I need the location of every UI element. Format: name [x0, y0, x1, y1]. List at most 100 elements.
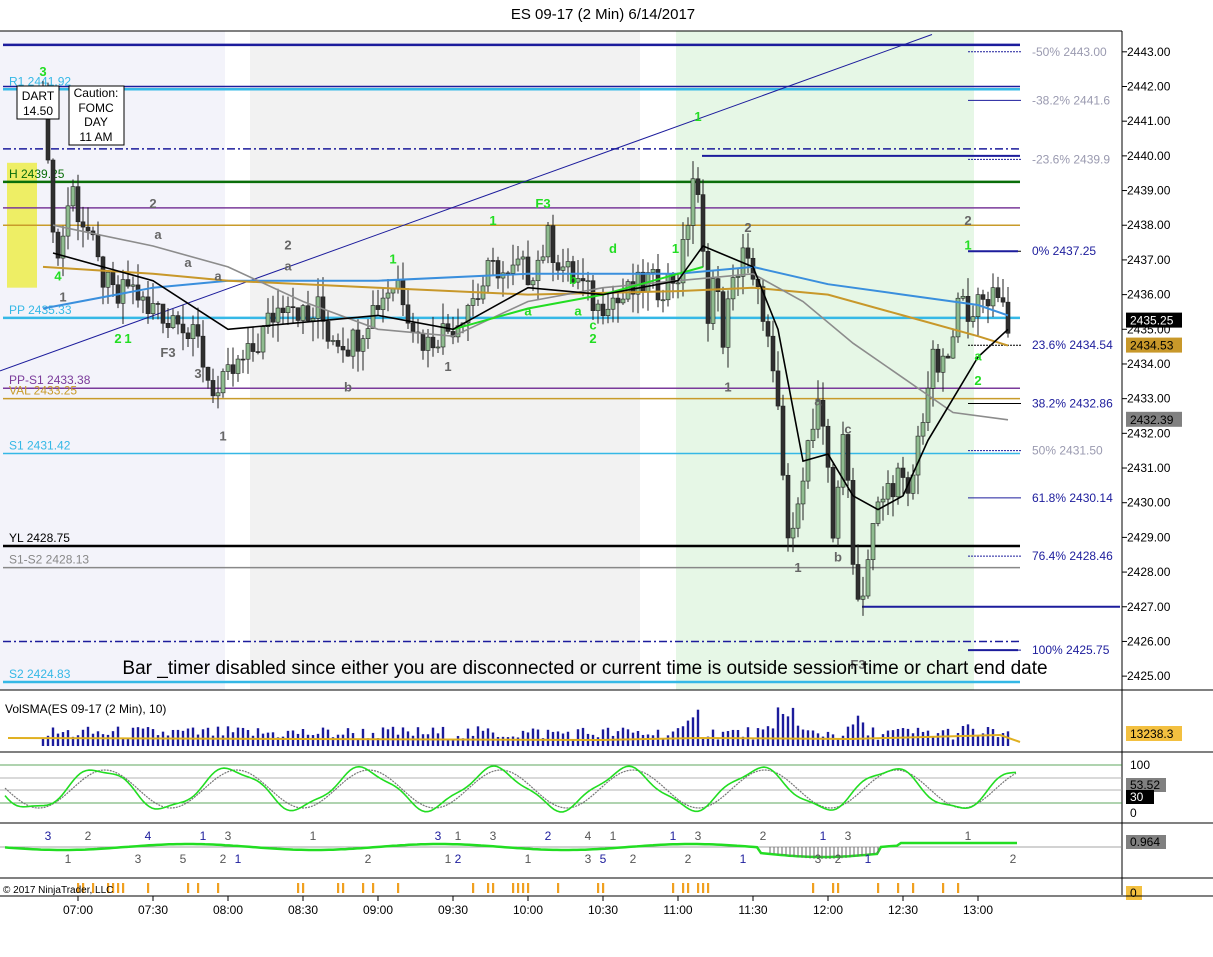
- volume-bar-120: [641, 734, 645, 746]
- candle-body-77: [425, 336, 431, 351]
- osc-label-34: 1: [965, 829, 972, 843]
- session-shade-green: [676, 31, 974, 690]
- fib-label-0: -50% 2443.00: [1032, 45, 1107, 59]
- candle-body-130: [690, 178, 696, 226]
- volume-bar-117: [626, 729, 630, 746]
- ytick-label-6: 2431.00: [1127, 461, 1171, 475]
- caution-line-3: DAY: [84, 115, 108, 129]
- volume-bar-18: [131, 727, 135, 746]
- candle-body-31: [195, 324, 201, 337]
- wave-label-30: 1: [794, 560, 801, 575]
- volume-bar-39: [236, 727, 240, 746]
- fib-hist-bar-95: [517, 883, 520, 893]
- osc-label-35: 2: [1010, 852, 1017, 866]
- candle-body-192: [1000, 297, 1006, 303]
- fib-label-7: 61.8% 2430.14: [1032, 491, 1113, 505]
- fib-hist-bar-64: [362, 883, 365, 893]
- price-panel[interactable]: R1 2441.92H 2439.25PP 2435.33PP-S1 2433.…: [0, 30, 1213, 895]
- osc-label-31: 2: [835, 852, 842, 866]
- level-label-12: S1-S2 2428.13: [9, 553, 89, 567]
- price-badge-label-0: 2435.25: [1130, 314, 1174, 328]
- candle-body-157: [825, 425, 831, 468]
- volume-bar-151: [796, 725, 800, 746]
- volume-bar-167: [876, 739, 880, 746]
- candle-body-23: [155, 303, 161, 305]
- volume-bar-145: [766, 726, 770, 746]
- wave-label-31: b: [834, 550, 842, 565]
- fib-hist-bar-133: [707, 883, 710, 893]
- candle-body-46: [270, 312, 276, 323]
- candle-body-186: [970, 316, 976, 322]
- ytick-label-0: 2425.00: [1127, 669, 1171, 683]
- ytick-label-5: 2430.00: [1127, 496, 1171, 510]
- candle-body-78: [430, 336, 436, 349]
- volume-bar-75: [416, 727, 420, 746]
- candle-body-39: [235, 358, 241, 374]
- candle-body-167: [875, 501, 881, 524]
- volume-bar-166: [871, 727, 875, 746]
- volume-bar-141: [746, 727, 750, 746]
- fib-hist-bar-154: [812, 883, 815, 893]
- osc-label-18: 2: [545, 829, 552, 843]
- volume-bar-69: [386, 729, 390, 746]
- volume-bar-31: [196, 734, 200, 746]
- candle-body-171: [895, 467, 901, 498]
- volume-bar-164: [861, 722, 865, 746]
- candle-body-103: [555, 262, 561, 271]
- volume-bar-191: [996, 737, 1000, 746]
- candle-body-61: [345, 349, 351, 357]
- osc-label-0: 3: [45, 829, 52, 843]
- wave-label-21: b: [569, 272, 577, 287]
- candle-body-113: [605, 308, 611, 316]
- wave-oscillator-panel[interactable]: 312 43 51231123 11 2312 43 5121 32 1231231120.96…: [0, 829, 1213, 879]
- xtick-label-7: 10:30: [588, 903, 618, 917]
- volume-bar-92: [501, 736, 505, 746]
- volume-bar-3: [56, 733, 60, 746]
- candle-body-122: [650, 269, 656, 273]
- ytick-label-13: 2438.00: [1127, 218, 1171, 232]
- candle-body-79: [435, 346, 441, 349]
- candle-body-193: [1005, 301, 1011, 334]
- volume-panel[interactable]: VolSMA(ES 09-17 (2 Min), 10) 13238.3: [0, 702, 1213, 753]
- xtick-label-10: 12:00: [813, 903, 843, 917]
- volume-bar-113: [606, 727, 610, 746]
- volume-bar-121: [646, 734, 650, 746]
- fib-histogram-panel[interactable]: 0: [0, 883, 1213, 900]
- osc-label-17: 1: [525, 852, 532, 866]
- stochastic-panel[interactable]: 100053.5230: [0, 758, 1213, 824]
- candle-body-5: [65, 205, 71, 237]
- candle-body-132: [700, 194, 706, 252]
- candle-body-22: [150, 303, 156, 314]
- candle-body-176: [920, 422, 926, 437]
- candle-body-154: [810, 428, 816, 441]
- candle-body-67: [375, 305, 381, 310]
- stoch-badge-bottom-label: 30: [1130, 790, 1144, 804]
- volume-bar-105: [566, 731, 570, 746]
- candle-body-163: [855, 564, 861, 600]
- candle-body-146: [770, 335, 776, 372]
- candle-body-115: [615, 297, 621, 304]
- candle-body-25: [165, 323, 171, 328]
- volume-bar-179: [936, 733, 940, 746]
- fib-hist-bar-94: [512, 883, 515, 893]
- fib-hist-bar-167: [877, 883, 880, 893]
- volume-bar-165: [866, 735, 870, 746]
- candle-body-109: [585, 280, 591, 283]
- volume-bar-2: [51, 727, 55, 746]
- fib-hist-bar-71: [397, 883, 400, 893]
- volume-bar-176: [921, 731, 925, 746]
- candle-body-52: [300, 305, 306, 321]
- chart-canvas[interactable]: ES 09-17 (2 Min) 6/14/2017 R1 2441.92H 2…: [0, 0, 1213, 952]
- candle-body-94: [510, 264, 516, 274]
- wave-label-32: c: [844, 421, 851, 436]
- candle-body-64: [360, 338, 366, 352]
- volume-bar-60: [341, 734, 345, 746]
- volume-bar-130: [691, 717, 695, 746]
- xtick-label-2: 08:00: [213, 903, 243, 917]
- price-badge-label-2: 2432.39: [1130, 413, 1174, 427]
- candle-body-60: [340, 346, 346, 351]
- osc-label-25: 3: [695, 829, 702, 843]
- osc-label-27: 1: [740, 852, 747, 866]
- fib-hist-bar-21: [147, 883, 150, 893]
- candle-body-164: [860, 595, 866, 600]
